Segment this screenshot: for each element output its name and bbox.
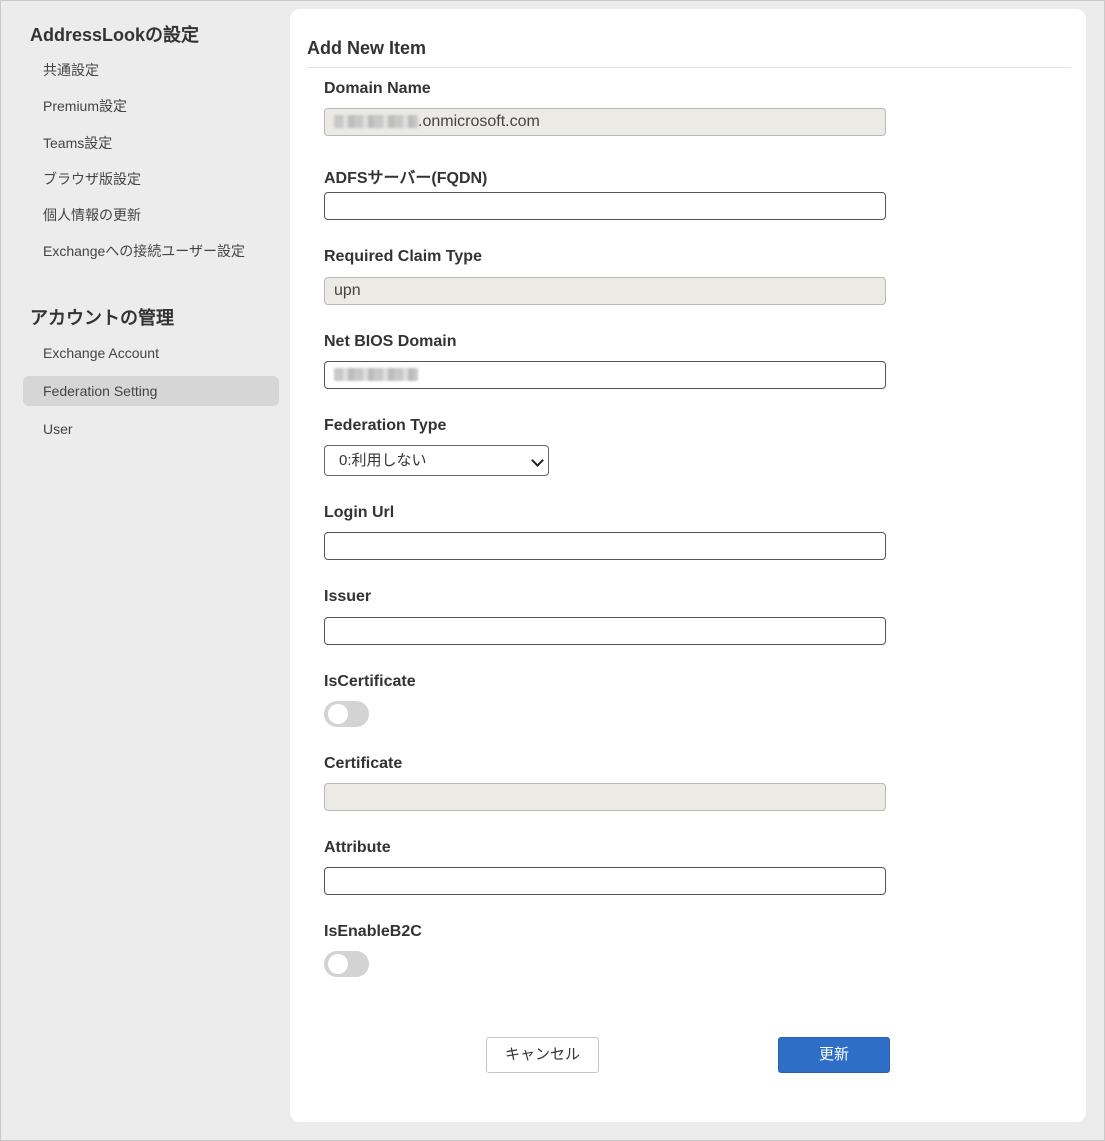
update-button[interactable]: 更新 bbox=[778, 1037, 890, 1073]
domain-name-label: Domain Name bbox=[324, 80, 431, 97]
nav-item-teams-settings[interactable]: Teams設定 bbox=[23, 128, 279, 158]
domain-name-field: .onmicrosoft.com bbox=[324, 108, 886, 136]
net-bios-domain-input[interactable] bbox=[324, 361, 886, 389]
nav-item-exchange-connection-user[interactable]: Exchangeへの接続ユーザー設定 bbox=[23, 236, 279, 266]
is-enable-b2c-toggle[interactable] bbox=[324, 951, 369, 977]
account-section-title: アカウントの管理 bbox=[30, 308, 174, 328]
form-panel: Add New Item Domain Name .onmicrosoft.co… bbox=[290, 9, 1086, 1122]
is-certificate-label: IsCertificate bbox=[324, 673, 416, 690]
toggle-knob bbox=[328, 954, 348, 974]
redacted-text bbox=[334, 115, 418, 129]
nav-item-user[interactable]: User bbox=[23, 414, 279, 444]
issuer-input[interactable] bbox=[324, 617, 886, 645]
federation-type-selected: 0:利用しない bbox=[339, 452, 427, 469]
issuer-label: Issuer bbox=[324, 588, 372, 605]
attribute-label: Attribute bbox=[324, 839, 391, 856]
adfs-server-label: ADFSサーバー(FQDN) bbox=[324, 170, 488, 187]
page-title: Add New Item bbox=[307, 38, 427, 58]
is-enable-b2c-label: IsEnableB2C bbox=[324, 923, 422, 940]
nav-item-premium-settings[interactable]: Premium設定 bbox=[23, 91, 279, 121]
nav-item-common-settings[interactable]: 共通設定 bbox=[23, 55, 279, 85]
cancel-button[interactable]: キャンセル bbox=[486, 1037, 599, 1073]
domain-name-value: .onmicrosoft.com bbox=[418, 113, 540, 130]
nav-item-browser-settings[interactable]: ブラウザ版設定 bbox=[23, 164, 279, 194]
nav-item-exchange-account[interactable]: Exchange Account bbox=[23, 338, 279, 368]
attribute-input[interactable] bbox=[324, 867, 886, 895]
sidebar: AddressLookの設定 共通設定 Premium設定 Teams設定 ブラ… bbox=[1, 1, 289, 1140]
required-claim-type-field: upn bbox=[324, 277, 886, 305]
required-claim-type-label: Required Claim Type bbox=[324, 248, 482, 265]
login-url-label: Login Url bbox=[324, 504, 395, 521]
federation-type-label: Federation Type bbox=[324, 417, 447, 434]
toggle-knob bbox=[328, 704, 348, 724]
is-certificate-toggle[interactable] bbox=[324, 701, 369, 727]
title-divider bbox=[307, 67, 1071, 68]
settings-section-title: AddressLookの設定 bbox=[30, 25, 200, 45]
net-bios-domain-label: Net BIOS Domain bbox=[324, 333, 457, 350]
nav-item-personal-info[interactable]: 個人情報の更新 bbox=[23, 200, 279, 230]
certificate-label: Certificate bbox=[324, 755, 403, 772]
chevron-down-icon bbox=[531, 454, 544, 467]
redacted-text bbox=[334, 368, 418, 382]
login-url-input[interactable] bbox=[324, 532, 886, 560]
certificate-field bbox=[324, 783, 886, 811]
nav-item-federation-setting[interactable]: Federation Setting bbox=[23, 376, 279, 406]
adfs-server-input[interactable] bbox=[324, 192, 886, 220]
federation-type-select[interactable]: 0:利用しない bbox=[324, 445, 549, 476]
